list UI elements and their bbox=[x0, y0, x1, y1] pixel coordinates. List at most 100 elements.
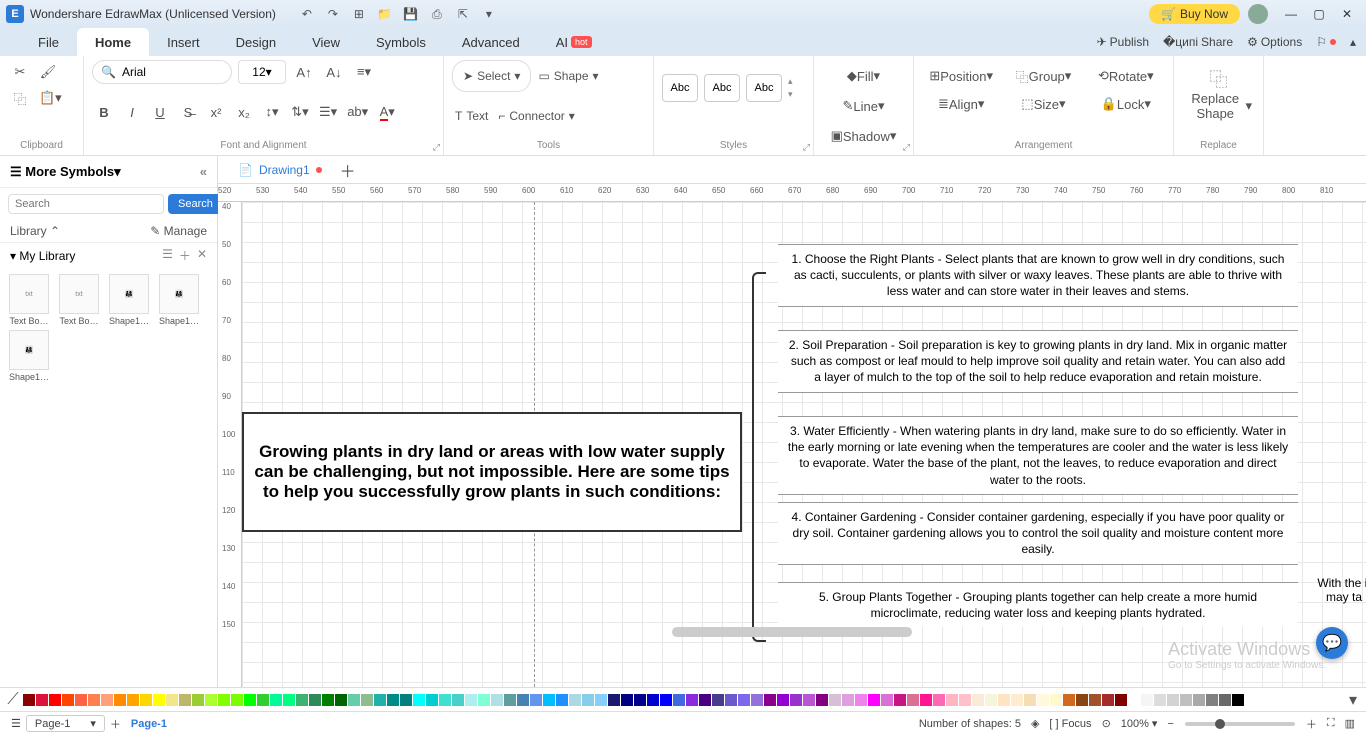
page-selector[interactable]: Page-1 ▾ bbox=[26, 715, 105, 732]
color-swatch[interactable] bbox=[881, 694, 893, 706]
color-swatch[interactable] bbox=[153, 694, 165, 706]
shape-thumb-0[interactable]: txtText Bo… bbox=[6, 274, 52, 326]
undo-button[interactable]: ↶ bbox=[296, 3, 318, 25]
color-swatch[interactable] bbox=[1011, 694, 1023, 706]
menu-insert[interactable]: Insert bbox=[149, 28, 218, 56]
horizontal-scrollbar[interactable] bbox=[672, 627, 912, 637]
font-color-button[interactable]: A▾ bbox=[375, 100, 399, 124]
color-swatch[interactable] bbox=[179, 694, 191, 706]
buy-now-button[interactable]: 🛒 Buy Now bbox=[1149, 4, 1240, 24]
underline-button[interactable]: U bbox=[148, 100, 172, 124]
open-button[interactable]: 📁 bbox=[374, 3, 396, 25]
style-scroll-up[interactable]: ▴ bbox=[788, 76, 793, 87]
side-text-shape[interactable]: With the it may ta bbox=[1314, 576, 1366, 604]
color-swatch[interactable] bbox=[842, 694, 854, 706]
print-button[interactable]: ⎙ bbox=[426, 3, 448, 25]
color-swatch[interactable] bbox=[101, 694, 113, 706]
color-swatch[interactable] bbox=[764, 694, 776, 706]
save-button[interactable]: 💾 bbox=[400, 3, 422, 25]
select-tool[interactable]: ➤ Select ▾ bbox=[452, 60, 531, 92]
share-link[interactable]: �ципі Share bbox=[1163, 35, 1233, 49]
color-swatch[interactable] bbox=[543, 694, 555, 706]
shape-thumb-1[interactable]: txtText Bo… bbox=[56, 274, 102, 326]
color-swatch[interactable] bbox=[348, 694, 360, 706]
options-link[interactable]: ⚙ Options bbox=[1247, 35, 1302, 49]
style-preset-2[interactable]: Abc bbox=[704, 74, 740, 102]
color-swatch[interactable] bbox=[439, 694, 451, 706]
shape-thumb-4[interactable]: 👨‍👩‍👧Shape1… bbox=[6, 330, 52, 382]
color-swatch[interactable] bbox=[387, 694, 399, 706]
color-swatch[interactable] bbox=[530, 694, 542, 706]
color-swatch[interactable] bbox=[49, 694, 61, 706]
color-swatch[interactable] bbox=[972, 694, 984, 706]
italic-button[interactable]: I bbox=[120, 100, 144, 124]
color-swatch[interactable] bbox=[569, 694, 581, 706]
more-symbols-toggle[interactable]: ☰ More Symbols▾ bbox=[10, 164, 121, 180]
cut-button[interactable]: ✂ bbox=[8, 60, 32, 84]
color-swatch[interactable] bbox=[725, 694, 737, 706]
color-swatch[interactable] bbox=[829, 694, 841, 706]
position-button[interactable]: ⊞ Position▾ bbox=[922, 64, 1000, 88]
subscript-button[interactable]: x₂ bbox=[232, 100, 256, 124]
color-swatch[interactable] bbox=[1037, 694, 1049, 706]
minimize-button[interactable]: — bbox=[1278, 3, 1304, 25]
format-painter-button[interactable]: 🖌 bbox=[36, 60, 60, 84]
add-document-tab[interactable]: ＋ bbox=[336, 158, 360, 182]
color-swatch[interactable] bbox=[621, 694, 633, 706]
color-swatch[interactable] bbox=[1167, 694, 1179, 706]
fullscreen-button[interactable]: ⛶ bbox=[1322, 717, 1340, 730]
color-swatch[interactable] bbox=[790, 694, 802, 706]
color-swatch[interactable] bbox=[751, 694, 763, 706]
user-avatar[interactable] bbox=[1248, 4, 1268, 24]
color-swatch[interactable] bbox=[426, 694, 438, 706]
bracket-connector[interactable] bbox=[752, 272, 766, 642]
publish-link[interactable]: ✈ Publish bbox=[1097, 35, 1149, 49]
color-swatch[interactable] bbox=[634, 694, 646, 706]
color-swatch[interactable] bbox=[322, 694, 334, 706]
color-swatch[interactable] bbox=[491, 694, 503, 706]
menu-view[interactable]: View bbox=[294, 28, 358, 56]
library-dropdown[interactable]: Library ⌃ bbox=[10, 224, 60, 238]
superscript-button[interactable]: x² bbox=[204, 100, 228, 124]
color-swatch[interactable] bbox=[1024, 694, 1036, 706]
new-button[interactable]: ⊞ bbox=[348, 3, 370, 25]
color-swatch[interactable] bbox=[673, 694, 685, 706]
qat-more[interactable]: ▾ bbox=[478, 3, 500, 25]
color-swatch[interactable] bbox=[1219, 694, 1231, 706]
color-swatch[interactable] bbox=[452, 694, 464, 706]
color-swatch[interactable] bbox=[309, 694, 321, 706]
notifications-button[interactable]: ⚐ bbox=[1316, 35, 1336, 49]
color-swatch[interactable] bbox=[777, 694, 789, 706]
tip-shape-1[interactable]: 1. Choose the Right Plants - Select plan… bbox=[778, 244, 1298, 307]
color-swatch[interactable] bbox=[1063, 694, 1075, 706]
tip-shape-3[interactable]: 3. Water Efficiently - When watering pla… bbox=[778, 416, 1298, 495]
color-swatch[interactable] bbox=[1154, 694, 1166, 706]
fill-button[interactable]: ◆ Fill ▾ bbox=[822, 64, 905, 88]
shape-thumb-3[interactable]: 👨‍👩‍👧Shape1… bbox=[156, 274, 202, 326]
color-swatch[interactable] bbox=[244, 694, 256, 706]
library-list-view[interactable]: ☰ bbox=[162, 247, 173, 264]
color-swatch[interactable] bbox=[894, 694, 906, 706]
color-swatch[interactable] bbox=[283, 694, 295, 706]
color-swatch[interactable] bbox=[374, 694, 386, 706]
collapse-panel-button[interactable]: « bbox=[200, 164, 207, 179]
connector-tool[interactable]: ⌐ Connector ▾ bbox=[495, 100, 577, 132]
color-swatch[interactable] bbox=[660, 694, 672, 706]
color-swatch[interactable] bbox=[36, 694, 48, 706]
font-group-expand[interactable]: ⤢ bbox=[433, 142, 440, 153]
library-close[interactable]: ✕ bbox=[197, 247, 207, 264]
color-swatch[interactable] bbox=[140, 694, 152, 706]
size-button[interactable]: ⬚ Size▾ bbox=[1004, 92, 1082, 116]
style-preset-3[interactable]: Abc bbox=[746, 74, 782, 102]
color-swatch[interactable] bbox=[1115, 694, 1127, 706]
color-swatch[interactable] bbox=[1089, 694, 1101, 706]
color-swatch[interactable] bbox=[686, 694, 698, 706]
menu-ai[interactable]: AIhot bbox=[538, 28, 610, 56]
bold-button[interactable]: B bbox=[92, 100, 116, 124]
menu-design[interactable]: Design bbox=[218, 28, 294, 56]
my-library-toggle[interactable]: ▾ My Library bbox=[10, 249, 75, 263]
manage-library-button[interactable]: ✎ Manage bbox=[150, 224, 207, 238]
zoom-in-button[interactable]: ＋ bbox=[1301, 716, 1322, 732]
bullets-button[interactable]: ☰▾ bbox=[316, 100, 340, 124]
color-swatch[interactable] bbox=[231, 694, 243, 706]
